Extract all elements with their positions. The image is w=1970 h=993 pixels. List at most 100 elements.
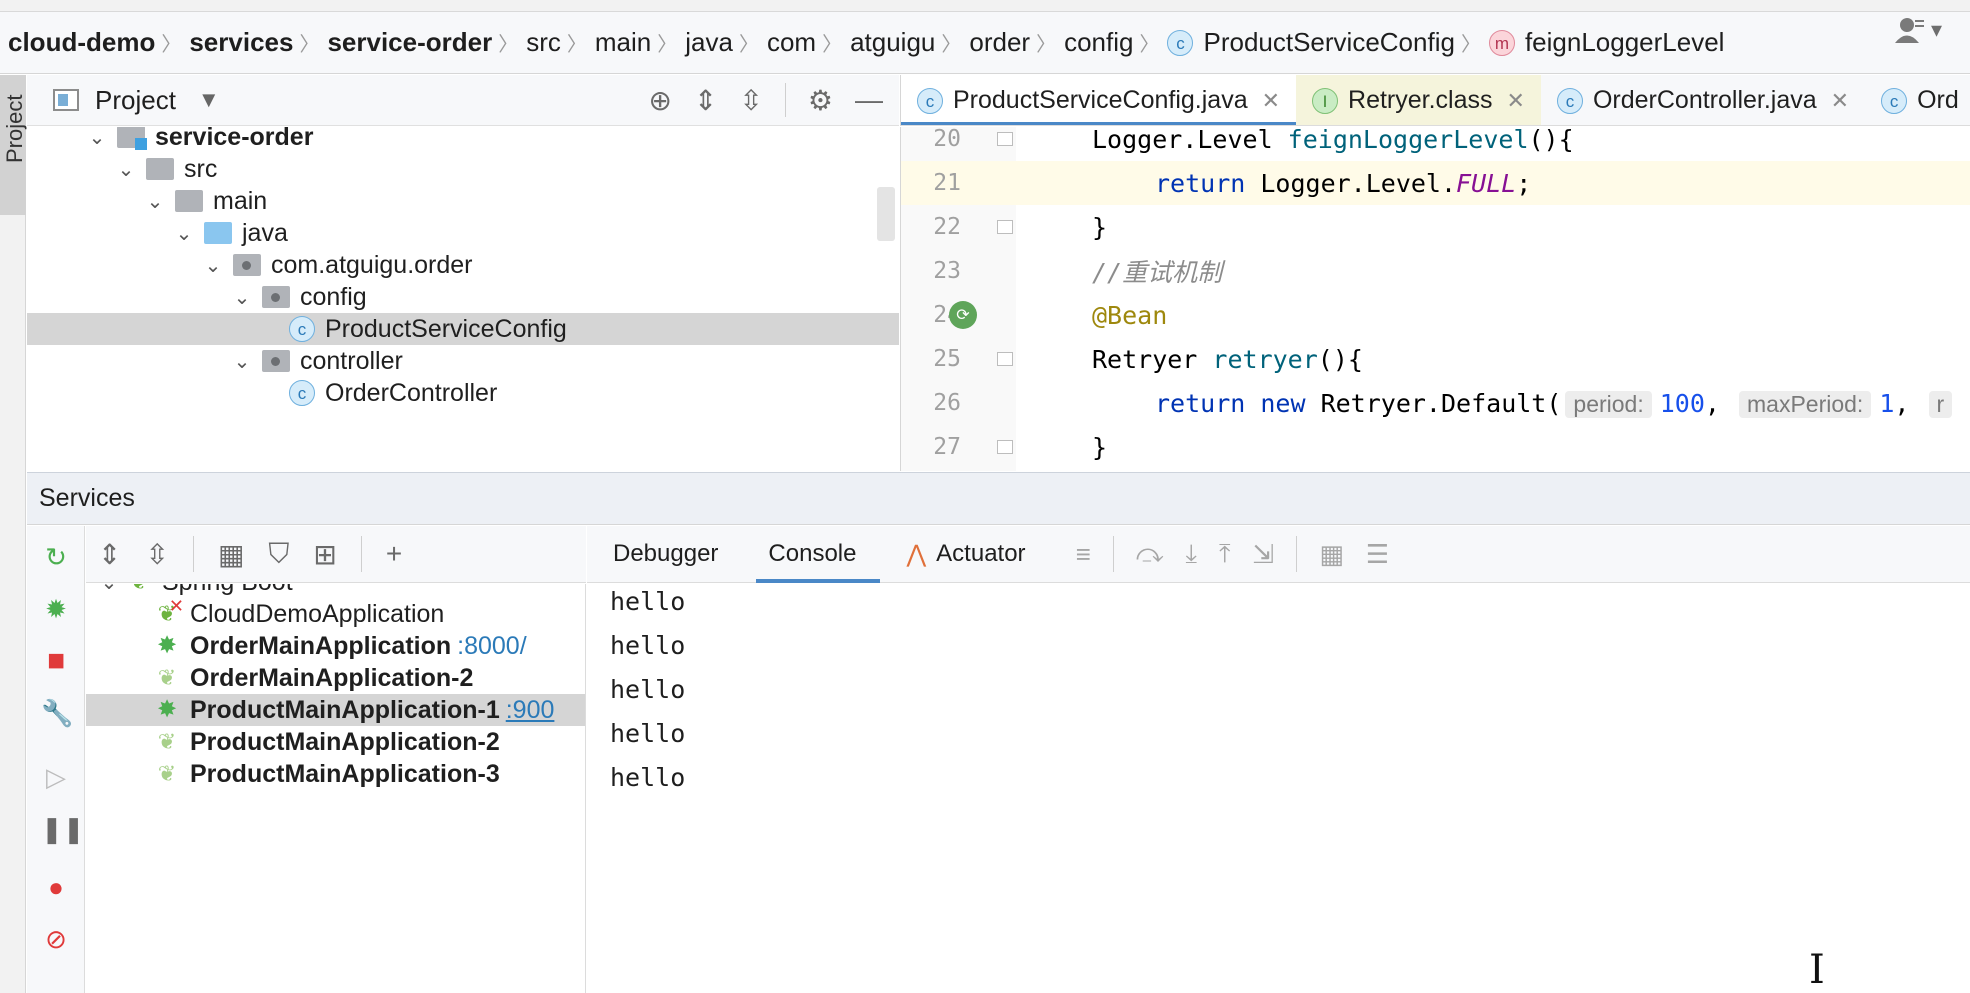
resume-icon[interactable]: ▷ (41, 762, 71, 792)
project-view-title[interactable]: Project (95, 85, 176, 116)
breadcrumb-item[interactable]: service-order (327, 27, 492, 58)
fold-marker-icon[interactable] (997, 220, 1013, 234)
breadcrumb-item[interactable]: c ProductServiceConfig (1167, 27, 1455, 58)
gear-icon[interactable]: ⚙ (808, 84, 833, 117)
tree-item[interactable]: c OrderController (27, 377, 899, 409)
breadcrumb-item[interactable]: config (1064, 27, 1133, 58)
editor-tab[interactable]: c OrderController.java ✕ (1541, 75, 1865, 125)
view-breakpoints-icon[interactable]: ● (41, 872, 71, 902)
evaluate-icon[interactable]: ▦ (1319, 539, 1344, 570)
project-tree-scrollbar[interactable] (877, 187, 895, 241)
rerun-icon[interactable]: ↻ (41, 542, 71, 572)
chevron-down-icon[interactable]: ⌄ (83, 127, 111, 150)
user-menu-button[interactable]: ▾ (1894, 16, 1942, 44)
chevron-down-icon[interactable]: ⌄ (94, 584, 124, 595)
chevron-down-icon[interactable]: ⌄ (228, 349, 256, 374)
code-editor[interactable]: 20 Logger.Level feignLoggerLevel(){21 retu… (900, 127, 1970, 471)
chevron-down-icon[interactable]: ▼ (198, 87, 220, 113)
fold-marker-icon[interactable] (997, 440, 1013, 454)
breadcrumb-item[interactable]: m feignLoggerLevel (1488, 27, 1724, 58)
code-line[interactable]: 26 return new Retryer.Default(period: 100,… (901, 381, 1970, 425)
editor-tab[interactable]: c Ord (1865, 75, 1970, 125)
step-over-icon[interactable]: ⤼ (1136, 538, 1164, 570)
step-into-icon[interactable]: ⤓ (1186, 538, 1198, 570)
service-item[interactable]: ⌄❦Spring Boot (86, 584, 585, 598)
close-icon[interactable]: ✕ (1262, 88, 1280, 114)
service-item[interactable]: ❦ OrderMainApplication-2 (86, 662, 585, 694)
code-line[interactable]: 21 return Logger.Level.FULL; (901, 161, 1970, 205)
code-line[interactable]: 24 ⟳ @Bean (901, 293, 1970, 337)
console-tab[interactable]: ⋀ Actuator (906, 526, 1049, 583)
tree-item[interactable]: ⌄ service-order (27, 127, 899, 153)
expand-all-icon[interactable]: ⇕ (694, 84, 717, 117)
breadcrumb-item[interactable]: java (685, 27, 733, 58)
trace-icon[interactable]: ☰ (1366, 539, 1389, 570)
console-output[interactable]: I hello hello hello hello hello (587, 584, 1970, 993)
breadcrumb-item[interactable]: com (767, 27, 816, 58)
expand-all-icon[interactable]: ⇕ (98, 538, 121, 571)
service-port-link[interactable]: :8000/ (457, 632, 527, 661)
tree-item[interactable]: ⌄ com.atguigu.order (27, 249, 899, 281)
breadcrumb-item[interactable]: atguigu (850, 27, 935, 58)
console-tab[interactable]: Debugger (613, 526, 742, 583)
breadcrumb-item[interactable]: order (969, 27, 1030, 58)
service-item[interactable]: ❦ ProductMainApplication-3 (86, 758, 585, 790)
code-line[interactable]: 20 Logger.Level feignLoggerLevel(){ (901, 127, 1970, 161)
code-token: return new (1155, 388, 1321, 418)
stop-icon[interactable]: ■ (41, 646, 71, 676)
layout-icon[interactable]: ≡ (1076, 539, 1091, 570)
chevron-right-icon: 〉 (1139, 34, 1160, 56)
tree-item[interactable]: c ProductServiceConfig (27, 313, 899, 345)
breadcrumb-label: java (685, 27, 733, 57)
code-line[interactable]: 23 //重试机制 (901, 249, 1970, 293)
service-item[interactable]: ❦ ✕ CloudDemoApplication (86, 596, 585, 630)
close-icon[interactable]: ✕ (1831, 88, 1849, 114)
editor-tab[interactable]: I Retryer.class ✕ (1296, 75, 1541, 125)
filter-icon[interactable]: ⛉ (268, 538, 289, 571)
tree-item-label: config (300, 282, 367, 311)
spring-bean-icon[interactable]: ⟳ (949, 301, 977, 329)
fold-marker-icon[interactable] (997, 132, 1013, 146)
wrench-icon[interactable]: 🔧 (41, 698, 73, 728)
code-line[interactable]: 22} (901, 205, 1970, 249)
breadcrumb-item[interactable]: services (189, 27, 293, 58)
code-line[interactable]: 25 Retryer retryer(){ (901, 337, 1970, 381)
chevron-down-icon[interactable]: ⌄ (228, 285, 256, 310)
tree-item[interactable]: ⌄ config (27, 281, 899, 313)
new-tab-icon[interactable]: ⊞ (313, 538, 336, 571)
console-tab[interactable]: Console (756, 526, 881, 583)
breadcrumb-item[interactable]: main (595, 27, 651, 58)
breadcrumb-label: com (766, 27, 817, 57)
tree-item[interactable]: ⌄ src (27, 153, 899, 185)
project-tree: ⌄ service-order ⌄ src ⌄ main ⌄ java ⌄ com.atguigu… (27, 127, 899, 471)
fold-marker-icon[interactable] (997, 352, 1013, 366)
breadcrumb-item[interactable]: src (526, 27, 561, 58)
service-item[interactable]: ✸ OrderMainApplication:8000/ (86, 630, 585, 662)
service-item[interactable]: ✸ ProductMainApplication-1:900 (86, 694, 585, 726)
group-by-icon[interactable]: ▦ (218, 538, 244, 571)
chevron-down-icon[interactable]: ⌄ (112, 157, 140, 182)
project-stripe-tab[interactable]: Project (0, 75, 27, 215)
collapse-all-icon[interactable]: ⇳ (739, 84, 762, 117)
chevron-down-icon[interactable]: ⌄ (141, 189, 169, 214)
chevron-down-icon[interactable]: ⌄ (199, 253, 227, 278)
pause-icon[interactable]: ❚❚ (41, 814, 85, 844)
mute-breakpoints-icon[interactable]: ⊘ (41, 924, 71, 954)
run-to-cursor-icon[interactable]: ⇲ (1253, 539, 1275, 570)
service-item[interactable]: ❦ ProductMainApplication-2 (86, 726, 585, 758)
step-out-icon[interactable]: ⤒ (1219, 538, 1231, 570)
chevron-down-icon[interactable]: ⌄ (170, 221, 198, 246)
breadcrumb-item[interactable]: cloud-demo (8, 27, 155, 58)
debug-rerun-icon[interactable]: ✹ (41, 594, 71, 624)
code-line[interactable]: 27} (901, 425, 1970, 469)
tree-item[interactable]: ⌄ controller (27, 345, 899, 377)
locate-icon[interactable]: ⊕ (648, 84, 671, 117)
tree-item[interactable]: ⌄ java (27, 217, 899, 249)
close-icon[interactable]: ✕ (1507, 88, 1525, 114)
minimize-icon[interactable]: — (855, 84, 883, 116)
editor-tab[interactable]: c ProductServiceConfig.java ✕ (901, 75, 1297, 125)
tree-item[interactable]: ⌄ main (27, 185, 899, 217)
add-service-icon[interactable]: + (386, 538, 402, 570)
collapse-all-icon[interactable]: ⇳ (145, 538, 168, 571)
service-port-link[interactable]: :900 (506, 696, 555, 725)
